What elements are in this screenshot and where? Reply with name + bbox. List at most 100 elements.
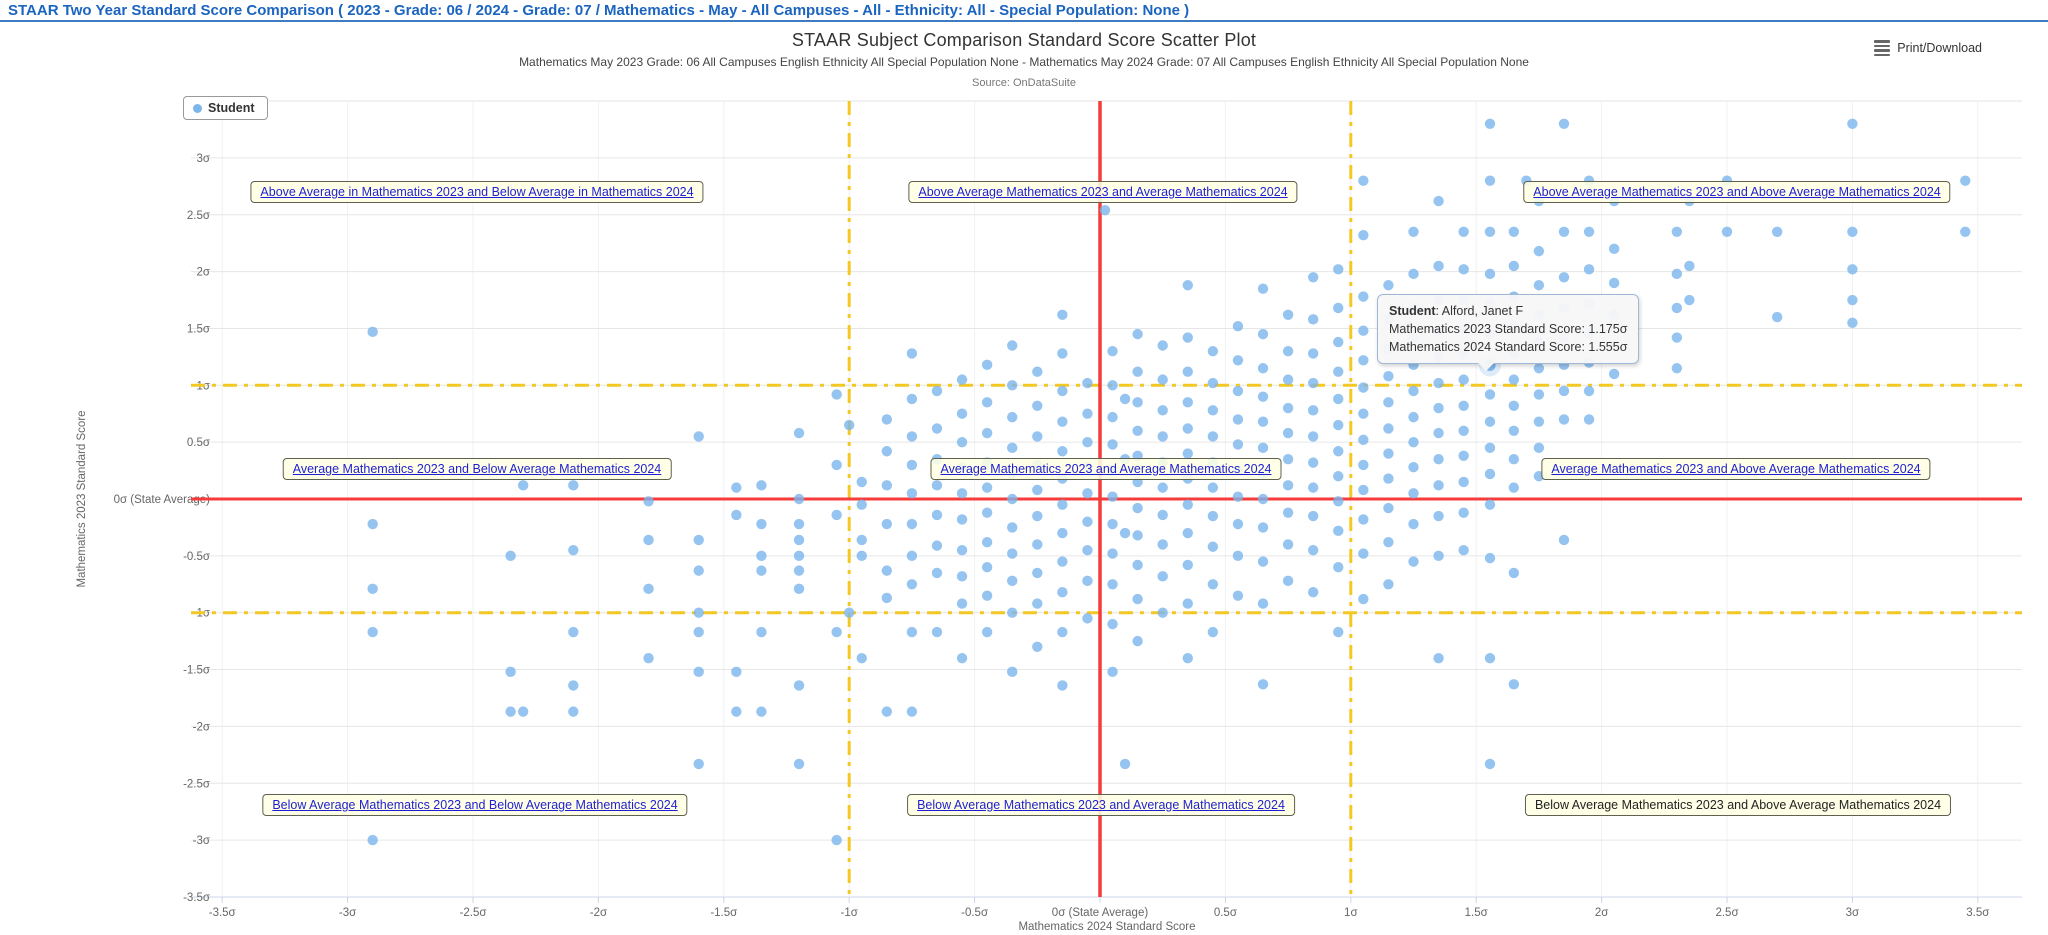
data-point[interactable] — [1383, 371, 1393, 381]
data-point[interactable] — [518, 706, 528, 716]
data-point[interactable] — [982, 507, 992, 517]
data-point[interactable] — [1132, 636, 1142, 646]
data-point[interactable] — [1082, 613, 1092, 623]
data-point[interactable] — [1258, 494, 1268, 504]
data-point[interactable] — [1333, 471, 1343, 481]
data-point[interactable] — [1358, 435, 1368, 445]
data-point[interactable] — [1208, 378, 1218, 388]
data-point[interactable] — [1283, 507, 1293, 517]
data-point[interactable] — [1584, 264, 1594, 274]
data-point[interactable] — [1183, 560, 1193, 570]
data-point[interactable] — [1120, 759, 1130, 769]
data-point[interactable] — [1559, 272, 1569, 282]
data-point[interactable] — [1485, 175, 1495, 185]
data-point[interactable] — [1233, 519, 1243, 529]
quadrant-label-below-below[interactable]: Below Average Mathematics 2023 and Below… — [262, 794, 687, 816]
data-point[interactable] — [756, 627, 766, 637]
data-point[interactable] — [882, 446, 892, 456]
data-point[interactable] — [1458, 451, 1468, 461]
data-point[interactable] — [756, 706, 766, 716]
data-point[interactable] — [957, 653, 967, 663]
data-point[interactable] — [1358, 514, 1368, 524]
data-point[interactable] — [1509, 401, 1519, 411]
data-point[interactable] — [1233, 386, 1243, 396]
data-point[interactable] — [643, 653, 653, 663]
data-point[interactable] — [844, 608, 854, 618]
data-point[interactable] — [932, 423, 942, 433]
data-point[interactable] — [1584, 227, 1594, 237]
data-point[interactable] — [1333, 337, 1343, 347]
data-point[interactable] — [1672, 303, 1682, 313]
data-point[interactable] — [1107, 667, 1117, 677]
data-point[interactable] — [756, 519, 766, 529]
data-point[interactable] — [1158, 482, 1168, 492]
data-point[interactable] — [1283, 403, 1293, 413]
data-point[interactable] — [1847, 264, 1857, 274]
data-point[interactable] — [1283, 374, 1293, 384]
data-point[interactable] — [1057, 627, 1067, 637]
data-point[interactable] — [1485, 469, 1495, 479]
data-point[interactable] — [1358, 291, 1368, 301]
data-point[interactable] — [1158, 539, 1168, 549]
data-point[interactable] — [1433, 378, 1443, 388]
data-point[interactable] — [1559, 227, 1569, 237]
data-point[interactable] — [1057, 556, 1067, 566]
data-point[interactable] — [1158, 374, 1168, 384]
quadrant-label-average-above[interactable]: Average Mathematics 2023 and Above Avera… — [1541, 458, 1930, 480]
data-point[interactable] — [1408, 269, 1418, 279]
data-point[interactable] — [794, 565, 804, 575]
data-point[interactable] — [1308, 314, 1318, 324]
data-point[interactable] — [1132, 329, 1142, 339]
data-point[interactable] — [1333, 394, 1343, 404]
data-point[interactable] — [731, 510, 741, 520]
data-point[interactable] — [1534, 443, 1544, 453]
data-point[interactable] — [1333, 303, 1343, 313]
data-point[interactable] — [1183, 332, 1193, 342]
data-point[interactable] — [1057, 499, 1067, 509]
data-point[interactable] — [1358, 548, 1368, 558]
data-point[interactable] — [1534, 416, 1544, 426]
data-point[interactable] — [1132, 560, 1142, 570]
data-point[interactable] — [1158, 340, 1168, 350]
data-point[interactable] — [1082, 545, 1092, 555]
data-point[interactable] — [1458, 426, 1468, 436]
data-point[interactable] — [1509, 227, 1519, 237]
data-point[interactable] — [982, 562, 992, 572]
data-point[interactable] — [1308, 587, 1318, 597]
data-point[interactable] — [982, 397, 992, 407]
data-point[interactable] — [907, 627, 917, 637]
data-point[interactable] — [1258, 556, 1268, 566]
data-point[interactable] — [756, 551, 766, 561]
data-point[interactable] — [1559, 535, 1569, 545]
data-point[interactable] — [1672, 332, 1682, 342]
data-point[interactable] — [1534, 389, 1544, 399]
data-point[interactable] — [1032, 511, 1042, 521]
data-point[interactable] — [1032, 539, 1042, 549]
data-point[interactable] — [1433, 196, 1443, 206]
data-point[interactable] — [982, 428, 992, 438]
data-point[interactable] — [367, 327, 377, 337]
data-point[interactable] — [1233, 355, 1243, 365]
data-point[interactable] — [1208, 482, 1218, 492]
data-point[interactable] — [1258, 283, 1268, 293]
data-point[interactable] — [1283, 576, 1293, 586]
data-point[interactable] — [1684, 261, 1694, 271]
data-point[interactable] — [1408, 437, 1418, 447]
data-point[interactable] — [367, 627, 377, 637]
data-point[interactable] — [794, 584, 804, 594]
data-point[interactable] — [694, 608, 704, 618]
data-point[interactable] — [1082, 488, 1092, 498]
data-point[interactable] — [1007, 380, 1017, 390]
data-point[interactable] — [1383, 397, 1393, 407]
data-point[interactable] — [1433, 551, 1443, 561]
data-point[interactable] — [882, 565, 892, 575]
data-point[interactable] — [1258, 329, 1268, 339]
data-point[interactable] — [505, 667, 515, 677]
data-point[interactable] — [1183, 397, 1193, 407]
data-point[interactable] — [1007, 443, 1017, 453]
data-point[interactable] — [1107, 548, 1117, 558]
data-point[interactable] — [1132, 397, 1142, 407]
data-point[interactable] — [1283, 539, 1293, 549]
data-point[interactable] — [1485, 416, 1495, 426]
data-point[interactable] — [1960, 175, 1970, 185]
